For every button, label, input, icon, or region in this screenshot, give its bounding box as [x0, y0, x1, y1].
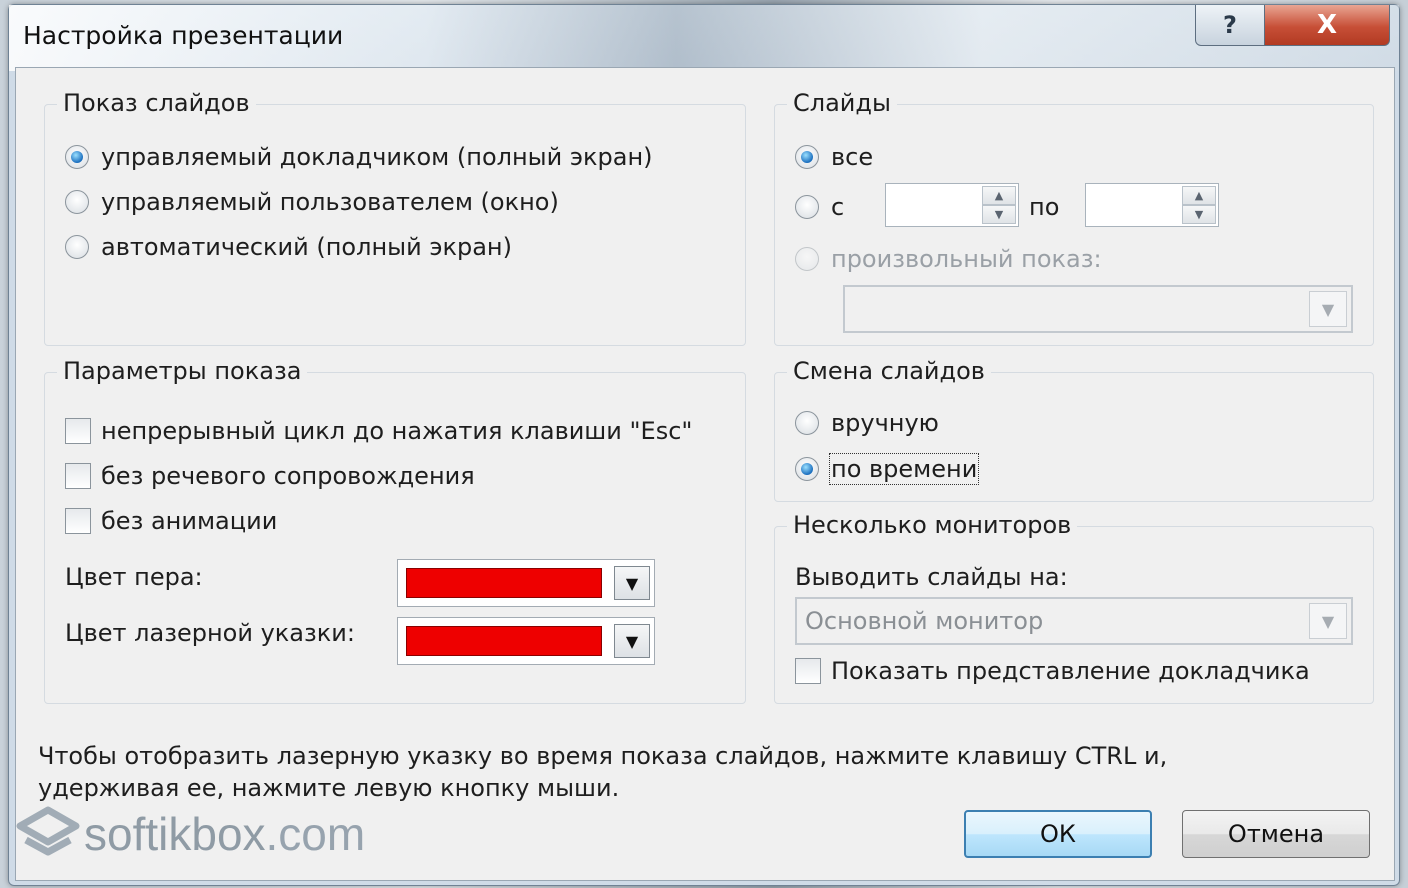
no-narration-label: без речевого сопровождения: [101, 462, 475, 490]
chevron-down-icon[interactable]: ▼: [614, 624, 650, 658]
radio-button-icon: [795, 195, 819, 219]
laser-color-swatch: [406, 626, 602, 656]
setup-show-dialog: Настройка презентации ? X Показ слайдов …: [8, 4, 1400, 886]
watermark-logo: softikbox .com: [16, 806, 365, 862]
display-on-label: Выводить слайды на:: [795, 563, 1068, 591]
radio-custom-show-label: произвольный показ:: [831, 245, 1102, 273]
checkbox-icon: [795, 658, 821, 684]
spin-down-icon[interactable]: ▼: [1182, 205, 1216, 224]
ok-button[interactable]: ОК: [964, 810, 1152, 858]
radio-all-slides-label: все: [831, 143, 874, 171]
show-type-legend: Показ слайдов: [57, 89, 256, 117]
advance-slides-group: Смена слайдов вручную по времени: [774, 357, 1374, 502]
radio-button-icon: [65, 145, 89, 169]
radio-individual[interactable]: управляемый пользователем (окно): [65, 188, 559, 216]
loop-checkbox[interactable]: непрерывный цикл до нажатия клавиши "Esc…: [65, 417, 692, 445]
laser-color-picker[interactable]: ▼: [397, 617, 655, 665]
radio-kiosk[interactable]: автоматический (полный экран): [65, 233, 512, 261]
to-spin-buttons: ▲ ▼: [1182, 186, 1216, 224]
radio-button-icon: [65, 235, 89, 259]
radio-button-icon: [795, 457, 819, 481]
radio-from-slides[interactable]: с: [795, 193, 844, 221]
radio-kiosk-label: автоматический (полный экран): [101, 233, 512, 261]
laser-pointer-hint: Чтобы отобразить лазерную указку во врем…: [38, 740, 1338, 804]
radio-from-label: с: [831, 193, 845, 221]
dialog-body: Показ слайдов управляемый докладчиком (п…: [15, 67, 1395, 881]
custom-show-combo[interactable]: ▼: [843, 285, 1353, 333]
presenter-view-checkbox[interactable]: Показать представление докладчика: [795, 657, 1310, 685]
radio-timings-label: по времени: [828, 453, 980, 485]
question-icon: ?: [1223, 11, 1237, 39]
show-type-group: Показ слайдов управляемый докладчиком (п…: [44, 89, 746, 346]
to-slide-spinner[interactable]: ▲ ▼: [1085, 183, 1219, 227]
to-label: по: [1029, 193, 1060, 221]
monitors-legend: Несколько мониторов: [787, 511, 1078, 539]
slides-legend: Слайды: [787, 89, 897, 117]
from-spin-buttons: ▲ ▼: [982, 186, 1016, 224]
radio-button-icon: [795, 145, 819, 169]
pen-color-label: Цвет пера:: [65, 563, 203, 591]
pen-color-picker[interactable]: ▼: [397, 559, 655, 607]
checkbox-icon: [65, 463, 91, 489]
chevron-down-icon[interactable]: ▼: [1309, 291, 1347, 327]
spin-down-icon[interactable]: ▼: [982, 205, 1016, 224]
chevron-down-icon[interactable]: ▼: [1309, 603, 1347, 639]
watermark-brand: softikbox: [84, 808, 266, 860]
hint-line-1: Чтобы отобразить лазерную указку во врем…: [38, 742, 1168, 770]
chevron-down-icon[interactable]: ▼: [614, 566, 650, 600]
radio-button-icon: [65, 190, 89, 214]
radio-manually[interactable]: вручную: [795, 409, 939, 437]
close-button[interactable]: X: [1264, 5, 1390, 46]
show-options-legend: Параметры показа: [57, 357, 308, 385]
hint-line-2: удерживая ее, нажмите левую кнопку мыши.: [38, 774, 620, 802]
display-on-value: Основной монитор: [805, 607, 1044, 635]
checkbox-icon: [65, 508, 91, 534]
radio-presenter[interactable]: управляемый докладчиком (полный экран): [65, 143, 653, 171]
watermark-tld: .com: [265, 808, 366, 860]
cancel-button[interactable]: Отмена: [1182, 810, 1370, 858]
radio-timings[interactable]: по времени: [795, 453, 980, 485]
no-animation-checkbox[interactable]: без анимации: [65, 507, 277, 535]
display-on-combo[interactable]: Основной монитор ▼: [795, 597, 1353, 645]
radio-individual-label: управляемый пользователем (окно): [101, 188, 559, 216]
help-button[interactable]: ?: [1195, 5, 1265, 46]
logo-mark-icon: [16, 806, 80, 862]
spin-up-icon[interactable]: ▲: [1182, 186, 1216, 205]
close-icon: X: [1316, 10, 1338, 40]
radio-all-slides[interactable]: все: [795, 143, 873, 171]
checkbox-icon: [65, 418, 91, 444]
title-bar: Настройка презентации ? X: [9, 5, 1399, 71]
radio-presenter-label: управляемый докладчиком (полный экран): [101, 143, 653, 171]
radio-custom-show[interactable]: произвольный показ:: [795, 245, 1102, 273]
presenter-view-label: Показать представление докладчика: [831, 657, 1310, 685]
monitors-group: Несколько мониторов Выводить слайды на: …: [774, 511, 1374, 704]
laser-color-label: Цвет лазерной указки:: [65, 619, 355, 647]
radio-button-icon: [795, 411, 819, 435]
pen-color-swatch: [406, 568, 602, 598]
spin-up-icon[interactable]: ▲: [982, 186, 1016, 205]
slides-group: Слайды все с ▲ ▼ по ▲ ▼ произвольный пок…: [774, 89, 1374, 346]
no-animation-label: без анимации: [101, 507, 278, 535]
from-slide-spinner[interactable]: ▲ ▼: [885, 183, 1019, 227]
dialog-title: Настройка презентации: [23, 21, 344, 50]
radio-manually-label: вручную: [831, 409, 939, 437]
loop-checkbox-label: непрерывный цикл до нажатия клавиши "Esc…: [101, 417, 693, 445]
advance-slides-legend: Смена слайдов: [787, 357, 991, 385]
no-narration-checkbox[interactable]: без речевого сопровождения: [65, 462, 475, 490]
show-options-group: Параметры показа непрерывный цикл до наж…: [44, 357, 746, 704]
radio-button-icon: [795, 247, 819, 271]
